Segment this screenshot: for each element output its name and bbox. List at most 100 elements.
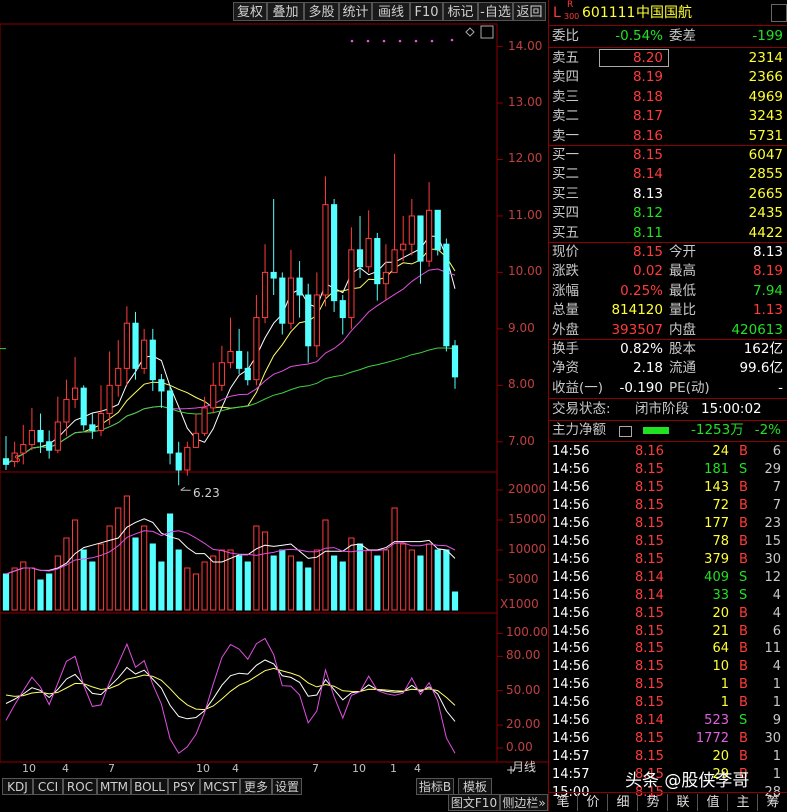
main-flow-row[interactable]: 主力净额 -1253万 -2% [549,421,787,440]
buy-label: 买一 [552,147,579,163]
fundamental-row: 换手 0.82% 股本 162亿 [552,341,783,357]
tick-row: 14:56 8.15 64 B 11 [552,641,781,657]
volume-bar [236,555,243,611]
panel-tab-2[interactable]: 细 [609,794,638,811]
indicator-tab-bar: KDJ CCI ROC MTM BOLL PSY MCST 更多 设置 指标B 模板 + - 月线 图文F1… [0,760,548,811]
weicha-value: -199 [752,28,783,44]
sell-price: 8.16 [632,127,663,144]
candle-body [20,444,27,454]
sell-price: 8.17 [632,108,663,125]
panel-tab-3[interactable]: 势 [639,794,668,811]
price-axis-label: 13.00 [508,95,543,110]
f10-sidebar-button[interactable]: 图文F10 [448,794,500,811]
template-button[interactable]: 模板 [458,778,492,795]
volume-axis-label: 15000 [508,512,547,526]
month-mark: 4 [232,762,239,775]
period-label[interactable]: 月线 [506,759,542,776]
sell-row[interactable]: 卖三 8.18 4969 [549,88,787,107]
volume-bar [97,543,105,611]
indicator-tab-cci[interactable]: CCI [33,778,63,795]
volume-bar [296,561,303,611]
tick-row: 14:56 8.15 177 B 23 [552,515,781,531]
panel-tab-1[interactable]: 价 [579,794,608,811]
tick-row: 14:56 8.15 143 B 7 [552,479,781,495]
candle-body [28,429,35,446]
tick-row: 14:56 8.14 33 S 4 [552,587,781,603]
window-box-icon[interactable] [480,25,494,39]
indicator-b-button[interactable]: 指标B [416,778,454,795]
buy-label: 买三 [552,185,579,202]
kdj-axis-label: 100.00 [506,625,548,640]
candle-body [451,345,459,378]
quote-row: 涨幅 0.25% 最低 7.94 [552,282,783,299]
volume-bar [305,567,312,611]
diamond-icon[interactable] [465,27,475,37]
indicator-tab-mtm[interactable]: MTM [97,778,131,795]
panel-tab-4[interactable]: 联 [669,794,698,811]
candle-body [201,407,208,434]
volume-bar [382,549,390,611]
sell-row[interactable]: 卖二 8.17 3243 [549,107,787,126]
sell-volume: 3243 [748,108,783,125]
price-axis-label: 14.00 [508,38,543,53]
candle-body [305,294,312,347]
candle-body [89,424,96,431]
volume-bar [391,507,398,611]
panel-tab-0[interactable]: 笔 [549,794,578,811]
tick-row: 14:56 8.15 10 B 4 [552,659,781,675]
volume-bar [115,507,122,611]
kdj-axis-label: 20.00 [506,717,541,732]
volume-bar [175,549,182,611]
sell-row[interactable]: 卖一 8.16 5731 [549,127,787,146]
candle-body [2,458,10,465]
indicator-tab-boll[interactable]: BOLL [131,778,168,795]
indicator-tab-更多[interactable]: 更多 [240,778,272,795]
candle-body [244,367,251,381]
sidebar-toggle-button[interactable]: 侧边栏» [500,794,548,811]
sell-row[interactable]: 卖四 8.19 2366 [549,68,787,87]
buy-row[interactable]: 买四 8.12 2435 [549,204,787,223]
buy-row[interactable]: 买五 8.11 4422 [549,224,787,243]
volume-bar [37,579,44,611]
buy-price: 8.15 [632,147,663,163]
volume-bar [11,567,18,611]
volume-unit-label: X1000 [500,597,539,611]
tick-row: 14:56 8.14 409 S 12 [552,569,781,585]
buy-price: 8.12 [632,205,663,222]
volume-bar [287,555,295,611]
panel-tab-6[interactable]: 主 [729,794,758,811]
indicator-tab-mcst[interactable]: MCST [200,778,240,795]
candle-body [443,243,450,347]
indicator-tab-kdj[interactable]: KDJ [2,778,33,795]
kline-chart-area[interactable]: $ [0,0,548,811]
buy-row[interactable]: 买一 8.15 6047 [549,146,787,165]
sell-volume: 4969 [748,88,783,105]
sell-label: 卖三 [552,88,579,105]
price-axis-label: 12.00 [508,151,543,166]
volume-bar [63,537,70,611]
candle-body [287,277,295,324]
candle-body [175,452,182,471]
indicator-tab-roc[interactable]: ROC [63,778,97,795]
volume-bar [2,573,10,611]
tick-row: 14:56 8.15 72 B 7 [552,497,781,513]
buy-price: 8.11 [632,224,663,241]
stock-header[interactable]: L R 300 601111 中国国航 [549,0,787,24]
volume-bar [184,567,191,611]
buy-volume: 2665 [748,185,783,202]
volume-bar [279,549,286,611]
volume-bar [218,549,225,611]
buy-row[interactable]: 买二 8.14 2855 [549,165,787,184]
panel-tab-5[interactable]: 值 [699,794,728,811]
volume-bar [106,525,113,611]
month-mark: 7 [312,762,319,775]
indicator-tab-设置[interactable]: 设置 [272,778,302,795]
tick-row: 14:56 8.15 1 B 1 [552,695,781,711]
buy-row[interactable]: 买三 8.13 2665 [549,185,787,204]
scroll-arrows[interactable] [771,4,787,22]
candle-body [192,432,200,448]
quote-panel: L R 300 601111 中国国航 委比 -0.54% 委差 -199 卖五… [548,0,787,811]
panel-tab-7[interactable]: 筹 [759,794,787,811]
indicator-tab-psy[interactable]: PSY [168,778,200,795]
weibi-row: 委比 -0.54% 委差 -199 [552,28,783,44]
